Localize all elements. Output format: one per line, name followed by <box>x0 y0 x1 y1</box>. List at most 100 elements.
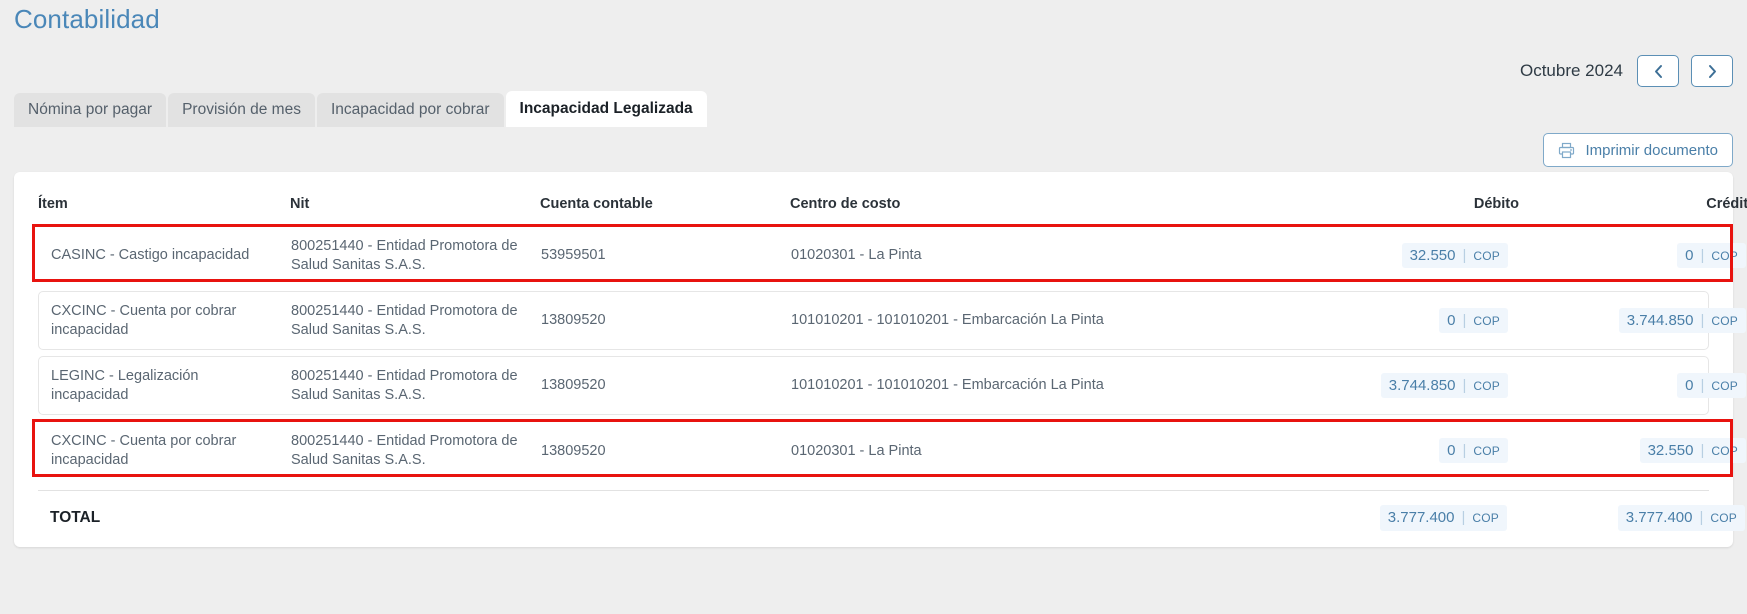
print-document-button[interactable]: Imprimir documento <box>1543 133 1733 167</box>
table-row-highlight-wrapper: CASINC - Castigo incapacidad 800251440 -… <box>32 223 1746 286</box>
amount-currency: COP <box>1473 444 1500 459</box>
amount-separator: | <box>1462 442 1467 460</box>
cell-centro-de-costo: 101010201 - 101010201 - Embarcación La P… <box>791 312 1104 329</box>
cell-item: CXCINC - Cuenta por cobrar incapacidad <box>51 433 237 468</box>
total-cell-debito: 3.777.400 | COP <box>1260 505 1519 531</box>
accounting-table-card: Ítem Nit Cuenta contable Centro de costo… <box>14 172 1747 547</box>
amount-value: 0 <box>1685 377 1694 395</box>
printer-icon <box>1558 142 1575 159</box>
amount-separator: | <box>1462 312 1467 330</box>
tab-provision-de-mes[interactable]: Provisión de mes <box>168 93 315 127</box>
amount-badge: 0 | COP <box>1677 373 1746 399</box>
amount-currency: COP <box>1473 314 1500 329</box>
amount-badge: 32.550 | COP <box>1639 438 1746 464</box>
tab-bar: Nómina por pagar Provisión de mes Incapa… <box>14 91 709 127</box>
amount-badge: 0 | COP <box>1439 438 1508 464</box>
cell-credito: 0 | COP <box>1520 242 1747 269</box>
amount-currency: COP <box>1711 379 1738 394</box>
table-row[interactable]: CASINC - Castigo incapacidad 800251440 -… <box>38 226 1746 286</box>
amount-value: 3.777.400 <box>1625 509 1693 527</box>
month-navigator: Octubre 2024 <box>1520 55 1733 87</box>
cell-centro-de-costo: 101010201 - 101010201 - Embarcación La P… <box>791 377 1104 394</box>
amount-value: 32.550 <box>1409 246 1456 264</box>
tab-incapacidad-por-cobrar[interactable]: Incapacidad por cobrar <box>316 93 504 127</box>
amount-currency: COP <box>1710 511 1737 526</box>
amount-value: 0 <box>1685 246 1694 264</box>
cell-nit: 800251440 - Entidad Promotora de Salud S… <box>291 433 518 468</box>
amount-separator: | <box>1462 377 1467 395</box>
amount-value: 0 <box>1447 442 1456 460</box>
cell-debito: 0 | COP <box>1261 308 1520 334</box>
cell-nit: 800251440 - Entidad Promotora de Salud S… <box>291 303 518 338</box>
column-header-debito: Débito <box>1473 196 1519 212</box>
amount-badge: 32.550 | COP <box>1401 242 1508 269</box>
amount-separator: | <box>1700 377 1705 395</box>
table-row[interactable]: CXCINC - Cuenta por cobrar incapacidad 8… <box>38 291 1746 351</box>
amount-value: 32.550 <box>1647 442 1694 460</box>
table-body: CASINC - Castigo incapacidad 800251440 -… <box>14 223 1746 481</box>
total-label: TOTAL <box>50 508 101 526</box>
cell-nit: 800251440 - Entidad Promotora de Salud S… <box>291 368 518 403</box>
cell-centro-de-costo: 01020301 - La Pinta <box>791 442 922 459</box>
amount-separator: | <box>1700 442 1705 460</box>
page-title: Contabilidad <box>14 4 160 34</box>
table-row[interactable]: LEGINC - Legalización incapacidad 800251… <box>38 356 1746 416</box>
cell-credito: 32.550 | COP <box>1520 438 1747 464</box>
previous-month-button[interactable] <box>1637 55 1679 87</box>
table-row-highlight-wrapper: CXCINC - Cuenta por cobrar incapacidad 8… <box>32 419 1746 481</box>
amount-separator: | <box>1699 509 1704 527</box>
amount-currency: COP <box>1473 248 1500 263</box>
column-header-nit: Nit <box>290 196 310 212</box>
table-row[interactable]: CXCINC - Cuenta por cobrar incapacidad 8… <box>38 421 1746 481</box>
cell-centro-de-costo: 01020301 - La Pinta <box>791 247 922 264</box>
amount-badge: 3.777.400 | COP <box>1617 505 1745 531</box>
table-header-row: Ítem Nit Cuenta contable Centro de costo… <box>14 188 1747 226</box>
cell-credito: 3.744.850 | COP <box>1520 308 1747 334</box>
cell-nit: 800251440 - Entidad Promotora de Salud S… <box>291 238 518 273</box>
amount-value: 0 <box>1447 312 1456 330</box>
chevron-left-icon <box>1652 64 1665 79</box>
amount-currency: COP <box>1711 248 1738 263</box>
total-row: TOTAL 3.777.400 | COP 3.777.400 | COP <box>14 491 1745 546</box>
cell-item: LEGINC - Legalización incapacidad <box>51 368 199 403</box>
amount-badge: 3.777.400 | COP <box>1379 505 1507 531</box>
column-header-item: Ítem <box>38 196 68 212</box>
cell-debito: 0 | COP <box>1261 438 1520 464</box>
cell-item: CXCINC - Cuenta por cobrar incapacidad <box>51 303 237 338</box>
month-label: Octubre 2024 <box>1519 61 1623 80</box>
column-header-credito: Crédito <box>1706 196 1747 212</box>
accounting-page: Contabilidad Octubre 2024 Nómina por pag… <box>0 0 1747 614</box>
table-row-wrapper: CXCINC - Cuenta por cobrar incapacidad 8… <box>38 291 1746 351</box>
amount-currency: COP <box>1473 379 1500 394</box>
table-row-wrapper: LEGINC - Legalización incapacidad 800251… <box>38 356 1746 416</box>
amount-currency: COP <box>1711 314 1738 329</box>
cell-debito: 32.550 | COP <box>1261 242 1520 269</box>
amount-value: 3.777.400 <box>1387 509 1455 527</box>
amount-currency: COP <box>1472 511 1499 526</box>
cell-credito: 0 | COP <box>1520 373 1747 399</box>
column-header-cuenta-contable: Cuenta contable <box>540 196 653 212</box>
amount-separator: | <box>1700 312 1705 330</box>
cell-cuenta-contable: 13809520 <box>541 312 606 329</box>
amount-badge: 0 | COP <box>1439 308 1508 334</box>
next-month-button[interactable] <box>1691 55 1733 87</box>
cell-cuenta-contable: 13809520 <box>541 377 606 394</box>
chevron-right-icon <box>1706 64 1719 79</box>
print-document-label: Imprimir documento <box>1585 141 1718 159</box>
amount-separator: | <box>1461 509 1466 527</box>
amount-value: 3.744.850 <box>1388 377 1456 395</box>
amount-separator: | <box>1462 246 1467 264</box>
amount-value: 3.744.850 <box>1626 312 1694 330</box>
cell-debito: 3.744.850 | COP <box>1261 373 1520 399</box>
cell-item: CASINC - Castigo incapacidad <box>51 247 250 264</box>
tab-incapacidad-legalizada[interactable]: Incapacidad Legalizada <box>505 91 707 127</box>
amount-currency: COP <box>1711 444 1738 459</box>
total-cell-credito: 3.777.400 | COP <box>1519 505 1747 531</box>
amount-badge: 3.744.850 | COP <box>1618 308 1746 334</box>
column-header-centro-de-costo: Centro de costo <box>790 196 901 212</box>
amount-badge: 3.744.850 | COP <box>1380 373 1508 399</box>
cell-cuenta-contable: 13809520 <box>541 442 606 459</box>
tab-nomina-por-pagar[interactable]: Nómina por pagar <box>14 93 167 127</box>
amount-badge: 0 | COP <box>1677 242 1746 269</box>
amount-separator: | <box>1700 246 1705 264</box>
